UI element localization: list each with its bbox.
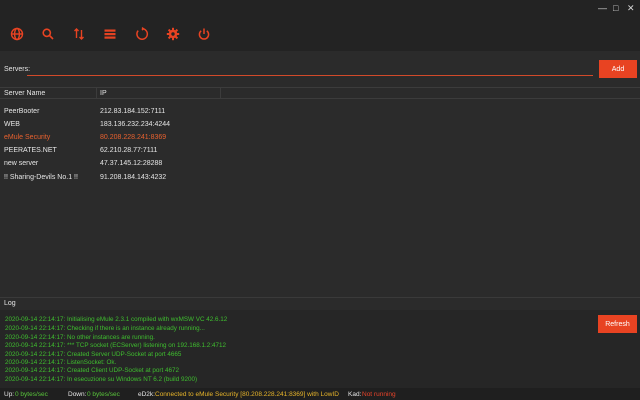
column-divider[interactable] (220, 88, 221, 99)
log-output[interactable]: 2020-09-14 22:14:17: Initialising eMule … (0, 310, 640, 388)
server-name-cell: eMule Security (4, 134, 51, 141)
maximize-button[interactable]: □ (613, 3, 618, 13)
table-row[interactable]: !! Sharing-Devils No.1 !! 91.208.184.143… (0, 172, 640, 185)
log-line: 2020-09-14 22:14:17: Checking if there i… (5, 325, 205, 332)
download-label: Down: (68, 391, 87, 398)
table-row[interactable]: new server 47.37.145.12:28288 (0, 158, 640, 171)
servers-input[interactable] (27, 62, 593, 76)
server-name-cell: new server (4, 160, 39, 167)
log-line: 2020-09-14 22:14:17: Created Server UDP-… (5, 351, 182, 358)
table-row[interactable]: PEERATES.NET 62.210.28.77:7111 (0, 145, 640, 158)
table-row[interactable]: PeerBooter 212.83.184.152:7111 (0, 106, 640, 119)
server-name-cell: !! Sharing-Devils No.1 !! (4, 174, 78, 181)
kad-label: Kad: (348, 391, 362, 398)
ed2k-status: Connected to eMule Security [80.208.228.… (155, 391, 339, 398)
server-ip-cell: 91.208.184.143:4232 (100, 174, 167, 181)
list-icon[interactable] (103, 27, 117, 41)
minimize-button[interactable]: — (598, 3, 607, 13)
log-line: 2020-09-14 22:14:17: No other instances … (5, 334, 155, 341)
gear-icon[interactable] (166, 27, 180, 41)
server-name-cell: PEERATES.NET (4, 147, 57, 154)
column-server-name[interactable]: Server Name (4, 90, 45, 97)
refresh-button[interactable]: Refresh (598, 315, 637, 333)
server-ip-cell: 212.83.184.152:7111 (100, 108, 166, 115)
server-table-header: Server Name IP (0, 87, 640, 99)
status-bar: Up: 0 bytes/sec Down: 0 bytes/sec eD2k: … (0, 388, 640, 400)
table-row[interactable]: WEB 183.136.232.234:4244 (0, 119, 640, 132)
server-ip-cell: 47.37.145.12:28288 (100, 160, 163, 167)
log-line: 2020-09-14 22:14:17: Initialising eMule … (5, 316, 228, 323)
server-ip-cell: 62.210.28.77:7111 (100, 147, 158, 154)
log-line: 2020-09-14 22:14:17: *** TCP socket (ECS… (5, 342, 226, 349)
transfer-icon[interactable] (72, 27, 86, 41)
power-icon[interactable] (197, 27, 211, 41)
server-name-cell: PeerBooter (4, 108, 40, 115)
globe-icon[interactable] (10, 27, 24, 41)
server-ip-cell: 183.136.232.234:4244 (100, 121, 171, 128)
upload-label: Up: (4, 391, 15, 398)
search-icon[interactable] (41, 27, 55, 41)
log-line: 2020-09-14 22:14:17: Created Client UDP-… (5, 367, 179, 374)
ed2k-label: eD2k: (138, 391, 155, 398)
table-row-selected[interactable]: eMule Security 80.208.228.241:8369 (0, 132, 640, 145)
toolbar (0, 18, 640, 51)
kad-status: Not running (362, 391, 396, 398)
log-label: Log (4, 300, 16, 307)
server-name-cell: WEB (4, 121, 20, 128)
upload-speed: 0 bytes/sec (15, 391, 48, 398)
refresh-circle-icon[interactable] (135, 27, 149, 41)
server-ip-cell: 80.208.228.241:8369 (100, 134, 167, 141)
close-button[interactable]: ✕ (627, 3, 635, 13)
add-button[interactable]: Add (599, 60, 637, 78)
column-divider[interactable] (96, 88, 97, 99)
log-divider[interactable] (0, 297, 640, 298)
column-ip[interactable]: IP (100, 90, 107, 97)
log-line: 2020-09-14 22:14:17: ListenSocket: Ok. (5, 359, 117, 366)
download-speed: 0 bytes/sec (87, 391, 120, 398)
log-line: 2020-09-14 22:14:17: In esecuzione su Wi… (5, 376, 198, 383)
title-bar: — □ ✕ (0, 0, 640, 18)
